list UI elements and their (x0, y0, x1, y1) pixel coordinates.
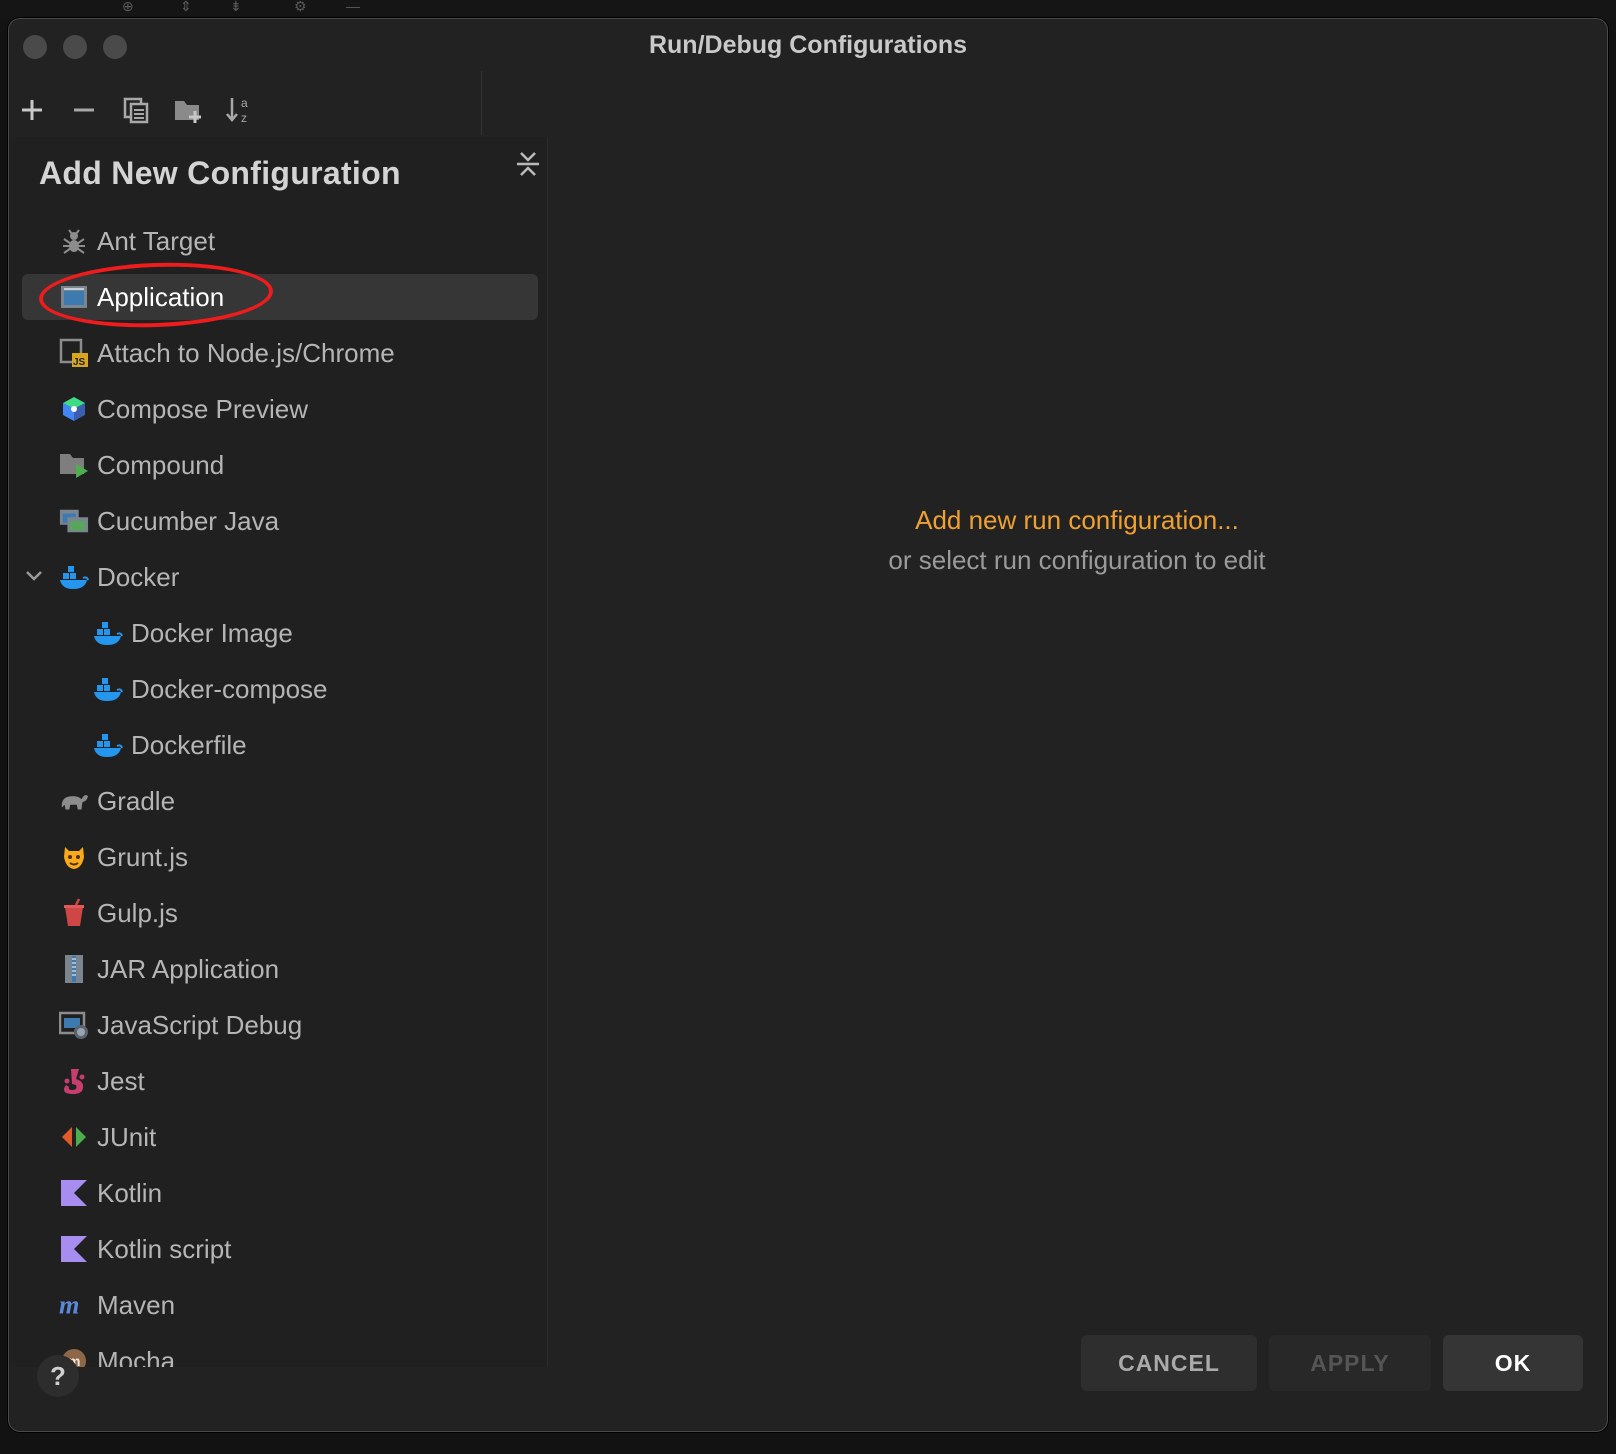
configuration-type-list-panel: Add New Configuration Ant Target Applica… (9, 137, 548, 1367)
list-item-kotlin-script[interactable]: Kotlin script (9, 1221, 547, 1277)
grunt-boar-icon (59, 842, 89, 872)
add-new-configuration-heading: Add New Configuration (39, 155, 401, 191)
list-item-compose-preview[interactable]: Compose Preview (9, 381, 547, 437)
dialog-footer: ? CANCEL APPLY OK (9, 1309, 1607, 1431)
svg-text:z: z (241, 111, 247, 125)
docker-whale-icon (59, 562, 89, 592)
list-item-label: JAR Application (97, 954, 280, 984)
list-item-label: Compose Preview (97, 394, 308, 424)
cancel-button[interactable]: CANCEL (1081, 1335, 1257, 1391)
list-item-label: Dockerfile (131, 730, 247, 760)
list-item-grunt[interactable]: Grunt.js (9, 829, 547, 885)
config-toolbar: az (9, 69, 481, 133)
ant-icon (59, 226, 89, 256)
list-item-junit[interactable]: JUnit (9, 1109, 547, 1165)
list-item-label: Docker-compose (131, 674, 328, 704)
list-item-kotlin[interactable]: Kotlin (9, 1165, 547, 1221)
apply-button[interactable]: APPLY (1269, 1335, 1431, 1391)
kotlin-icon (59, 1178, 89, 1208)
kotlin-icon (59, 1234, 89, 1264)
copy-icon[interactable] (119, 93, 153, 127)
sort-az-icon[interactable]: az (223, 93, 257, 127)
list-item-jar-application[interactable]: JAR Application (9, 941, 547, 997)
title-bar: Run/Debug Configurations (9, 19, 1607, 69)
cucumber-java-icon (59, 506, 89, 536)
docker-whale-icon (93, 730, 123, 760)
list-item-label: JUnit (97, 1122, 157, 1152)
list-item-label: Compound (97, 450, 225, 480)
list-item-label: Application (97, 282, 225, 312)
configuration-detail-panel: Add new run configuration... or select r… (548, 137, 1606, 1367)
compose-cube-icon (59, 394, 89, 424)
jar-zip-icon (59, 954, 89, 984)
add-new-run-configuration-link[interactable]: Add new run configuration... (548, 505, 1606, 536)
list-item-ant-target[interactable]: Ant Target (9, 213, 547, 269)
list-item-gulp[interactable]: Gulp.js (9, 885, 547, 941)
svg-text:JS: JS (73, 357, 86, 368)
minus-icon[interactable] (67, 93, 101, 127)
list-item-label: JavaScript Debug (97, 1010, 303, 1040)
hide-icon: — (346, 0, 360, 14)
list-item-javascript-debug[interactable]: JavaScript Debug (9, 997, 547, 1053)
list-item-label: Cucumber Java (97, 506, 280, 536)
list-item-compound[interactable]: Compound (9, 437, 547, 493)
docker-whale-icon (93, 674, 123, 704)
crosshair-icon: ⊕ (122, 0, 134, 14)
list-item-docker-image[interactable]: Docker Image (9, 605, 547, 661)
svg-text:a: a (241, 96, 248, 110)
folder-plus-icon[interactable] (171, 93, 205, 127)
list-item-cucumber-java[interactable]: Cucumber Java (9, 493, 547, 549)
compound-folder-run-icon (59, 450, 89, 480)
plus-icon[interactable] (15, 93, 49, 127)
list-item-label: Attach to Node.js/Chrome (97, 338, 395, 368)
background-ide-strip: ⊕ ⇕ ⇟ ⚙ — (0, 0, 1616, 20)
junit-icon (59, 1122, 89, 1152)
configuration-type-list: Ant Target Application JS Attach to Node… (9, 213, 547, 1367)
list-item-label: Gradle (97, 786, 176, 816)
collapse-icon: ⇟ (230, 0, 242, 14)
list-item-label: Gulp.js (97, 898, 178, 928)
chevron-down-icon[interactable] (23, 565, 45, 587)
expand-icon: ⇕ (180, 0, 192, 14)
gear-icon: ⚙ (294, 0, 307, 14)
list-item-label: Ant Target (97, 226, 216, 256)
list-item-label: Docker (97, 562, 180, 592)
list-item-label: Kotlin script (97, 1234, 232, 1264)
list-item-application[interactable]: Application (9, 269, 547, 325)
collapse-all-icon[interactable] (511, 147, 545, 181)
docker-whale-icon (93, 618, 123, 648)
select-configuration-hint: or select run configuration to edit (888, 545, 1266, 575)
list-item-label: Grunt.js (97, 842, 189, 872)
javascript-debug-icon (59, 1010, 89, 1040)
ok-button[interactable]: OK (1443, 1335, 1583, 1391)
jest-icon (59, 1066, 89, 1096)
help-button[interactable]: ? (37, 1355, 79, 1397)
list-item-label: Kotlin (97, 1178, 163, 1208)
gradle-elephant-icon (59, 786, 89, 816)
list-item-label: Docker Image (131, 618, 293, 648)
window-title: Run/Debug Configurations (648, 31, 968, 59)
list-item-docker-compose[interactable]: Docker-compose (9, 661, 547, 717)
list-item-gradle[interactable]: Gradle (9, 773, 547, 829)
gulp-cup-icon (59, 898, 89, 928)
toolbar-divider (481, 71, 482, 135)
attach-js-icon: JS (59, 338, 89, 368)
application-window-icon (59, 282, 89, 312)
list-item-label: Jest (97, 1066, 145, 1096)
run-debug-dialog: Run/Debug Configurations az Add New Conf… (8, 18, 1608, 1432)
list-item-attach-to-node-chrome[interactable]: JS Attach to Node.js/Chrome (9, 325, 547, 381)
list-item-jest[interactable]: Jest (9, 1053, 547, 1109)
list-item-dockerfile[interactable]: Dockerfile (9, 717, 547, 773)
list-item-docker[interactable]: Docker (9, 549, 547, 605)
